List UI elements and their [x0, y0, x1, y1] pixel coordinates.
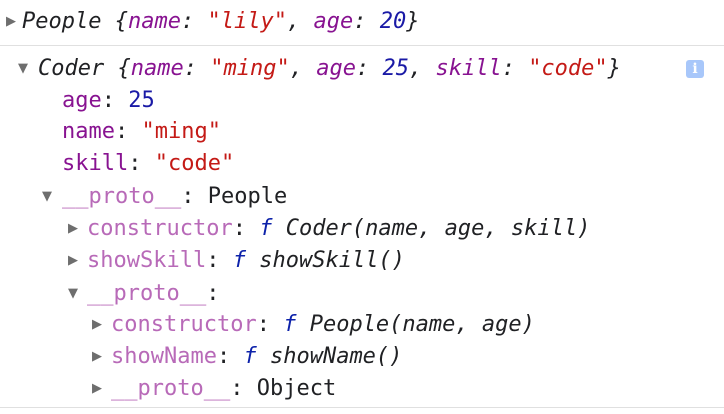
property-key: showSkill [87, 248, 207, 273]
devtools-console: ▶ People {name: "lily", age: 20} ▼ Coder… [0, 0, 724, 414]
proto-key: __proto__ [62, 184, 182, 209]
console-entry-coder[interactable]: ▼ Coder {name: "ming", age: 25, skill: "… [0, 53, 724, 85]
entry-divider [0, 407, 724, 408]
preview-key: skill [435, 56, 502, 81]
expand-arrow-icon[interactable]: ▶ [66, 213, 80, 245]
property-key: constructor [87, 216, 233, 241]
entry-divider [0, 45, 724, 46]
property-value: "ming" [141, 119, 221, 144]
property-value: 25 [128, 88, 155, 113]
function-signature: showName() [269, 344, 403, 369]
preview-key: name [127, 9, 181, 34]
proto-type: Object [256, 376, 337, 401]
preview-value: 25 [382, 56, 409, 81]
proto-type: People [207, 184, 288, 209]
expand-arrow-icon[interactable]: ▶ [4, 6, 18, 38]
preview-value: "ming" [210, 56, 290, 81]
collapse-arrow-icon[interactable]: ▼ [16, 53, 30, 85]
expand-arrow-icon[interactable]: ▶ [90, 309, 104, 341]
preview-key: age [313, 9, 354, 34]
property-key: name [62, 119, 115, 144]
expand-arrow-icon[interactable]: ▶ [90, 373, 104, 405]
property-key: constructor [111, 312, 257, 337]
function-signature: People(name, age) [309, 312, 535, 337]
object-preview: Coder {name: "ming", age: 25, skill: "co… [38, 56, 621, 81]
function-marker: f [243, 344, 257, 369]
property-key: skill [62, 151, 129, 176]
collapse-arrow-icon[interactable]: ▼ [40, 181, 54, 213]
preview-key: age [316, 56, 356, 81]
object-preview: People {name: "lily", age: 20} [22, 9, 420, 34]
collapse-arrow-icon[interactable]: ▼ [66, 278, 80, 310]
function-signature: Coder(name, age, skill) [285, 216, 591, 241]
property-key: age [62, 88, 102, 113]
expand-arrow-icon[interactable]: ▶ [66, 245, 80, 277]
preview-value: 20 [379, 9, 407, 34]
proto-key: __proto__ [87, 281, 207, 306]
preview-value: "code" [528, 56, 608, 81]
function-marker: f [232, 248, 246, 273]
function-marker: f [283, 312, 297, 337]
property-key: showName [111, 344, 217, 369]
property-value: "code" [154, 151, 235, 176]
proto-key: __proto__ [111, 376, 231, 401]
console-entry-people[interactable]: ▶ People {name: "lily", age: 20} [0, 6, 724, 38]
class-name: People [22, 9, 102, 34]
preview-value: "lily" [207, 9, 287, 34]
expand-arrow-icon[interactable]: ▶ [90, 341, 104, 373]
info-icon[interactable]: i [686, 60, 704, 78]
class-name: Coder [38, 56, 105, 81]
function-marker: f [259, 216, 273, 241]
function-signature: showSkill() [259, 248, 405, 273]
preview-key: name [130, 56, 184, 81]
